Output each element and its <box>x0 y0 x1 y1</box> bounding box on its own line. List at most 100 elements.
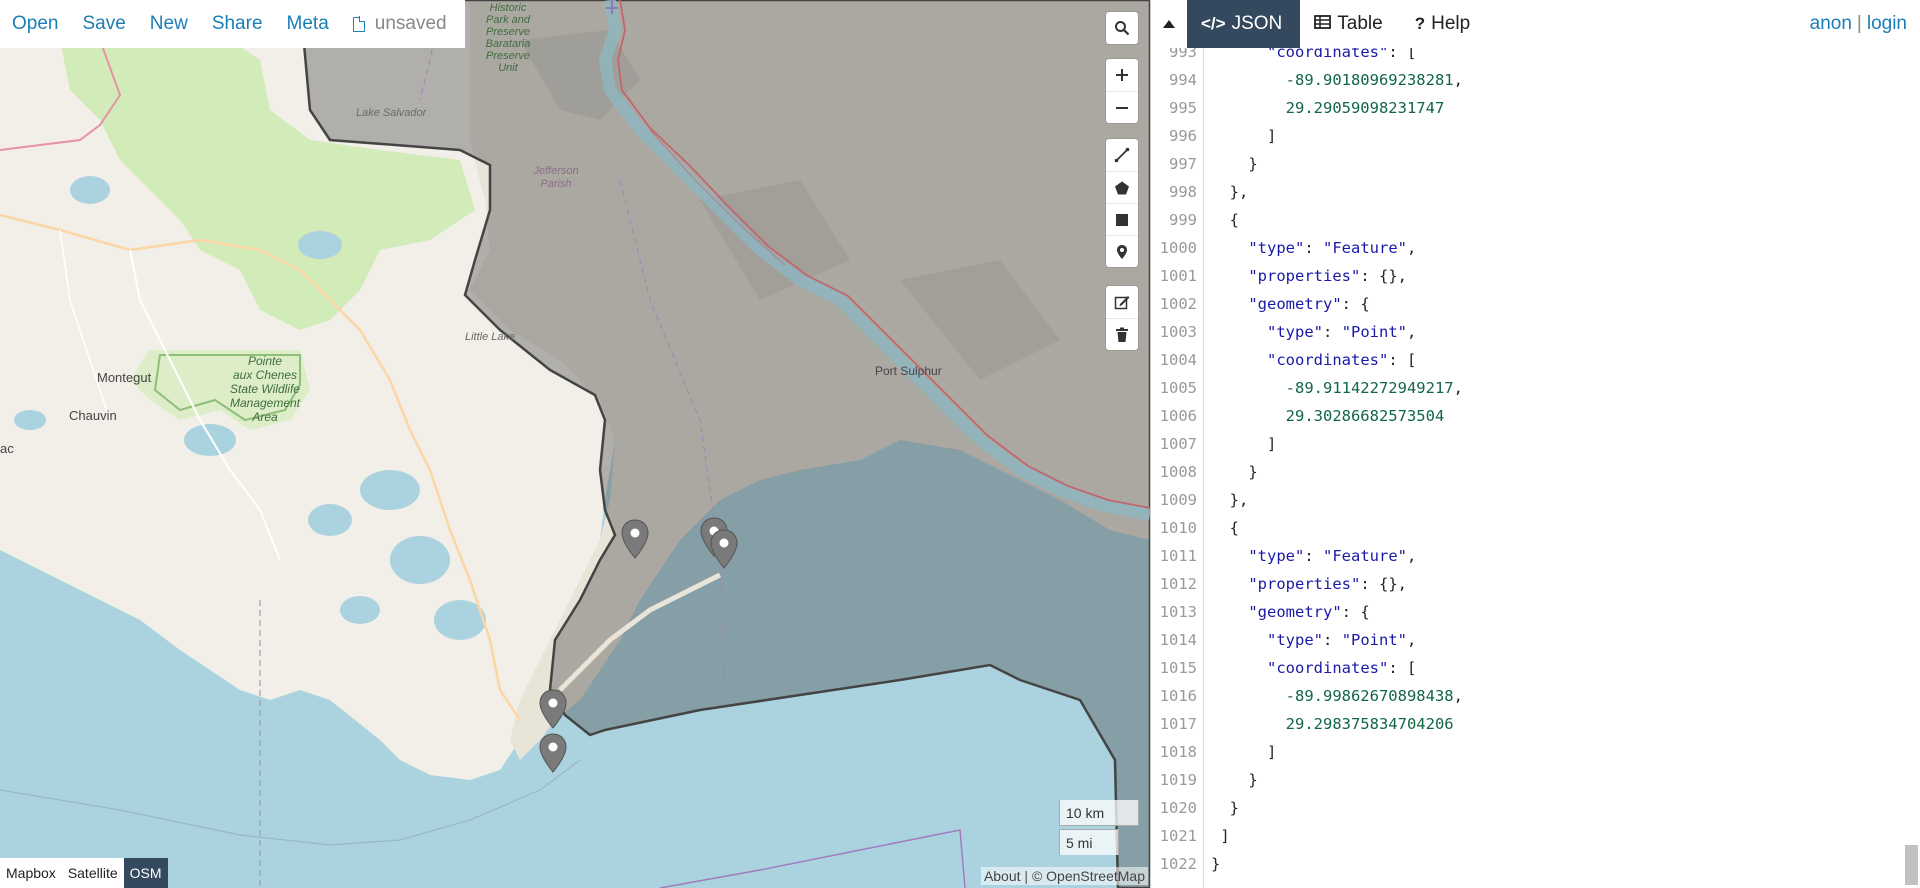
tab-json[interactable]: </> JSON <box>1187 0 1301 48</box>
auth-separator: | <box>1856 13 1862 34</box>
anon-link[interactable]: anon <box>1810 13 1852 35</box>
draw-rectangle-button[interactable] <box>1106 203 1138 235</box>
code-line[interactable]: 1021 ] <box>1151 822 1891 850</box>
code-line[interactable]: 1016 -89.99862670898438, <box>1151 682 1891 710</box>
draw-line-icon <box>1114 147 1130 163</box>
edit-button[interactable] <box>1106 286 1138 318</box>
code-line[interactable]: 1006 29.30286682573504 <box>1151 402 1891 430</box>
search-control <box>1106 12 1138 44</box>
code-line[interactable]: 1008 } <box>1151 458 1891 486</box>
line-number: 1020 <box>1159 799 1197 817</box>
layer-osm-button[interactable]: OSM <box>123 858 168 888</box>
draw-polygon-icon <box>1115 181 1129 194</box>
line-number: 1017 <box>1159 715 1197 733</box>
line-number: 1003 <box>1159 323 1197 341</box>
code-line[interactable]: 1009 }, <box>1151 486 1891 514</box>
scrollbar-thumb[interactable] <box>1905 845 1918 885</box>
line-number: 1019 <box>1159 771 1197 789</box>
code-line[interactable]: 997 } <box>1151 150 1891 178</box>
map-marker[interactable] <box>538 688 568 734</box>
code-line[interactable]: 1019 } <box>1151 766 1891 794</box>
line-number: 998 <box>1169 183 1197 201</box>
scale-imperial: 5 mi <box>1059 829 1119 855</box>
code-line[interactable]: 1000 "type": "Feature", <box>1151 234 1891 262</box>
delete-button[interactable] <box>1106 318 1138 350</box>
login-link[interactable]: login <box>1867 13 1907 35</box>
code-line[interactable]: 1015 "coordinates": [ <box>1151 654 1891 682</box>
code-line[interactable]: 1003 "type": "Point", <box>1151 318 1891 346</box>
line-number: 1011 <box>1159 547 1197 565</box>
code-line[interactable]: 1005 -89.91142272949217, <box>1151 374 1891 402</box>
code-line[interactable]: 1001 "properties": {}, <box>1151 262 1891 290</box>
code-line[interactable]: 1014 "type": "Point", <box>1151 626 1891 654</box>
code-line[interactable]: 996 ] <box>1151 122 1891 150</box>
map-canvas[interactable]: Historic Park and Preserve Barataria Preserv… <box>0 0 1150 888</box>
layer-mapbox-button[interactable]: Mapbox <box>0 858 62 888</box>
code-line[interactable]: 999 { <box>1151 206 1891 234</box>
code-text: 29.30286682573504 <box>1285 407 1445 425</box>
tab-help[interactable]: ? Help <box>1401 0 1488 48</box>
open-button[interactable]: Open <box>12 13 58 35</box>
table-icon <box>1314 14 1332 34</box>
code-line[interactable]: 1012 "properties": {}, <box>1151 570 1891 598</box>
draw-polygon-button[interactable] <box>1106 171 1138 203</box>
layer-satellite-button[interactable]: Satellite <box>61 858 124 888</box>
code-text: "properties": {}, <box>1248 575 1407 593</box>
scale-metric: 10 km <box>1059 800 1139 826</box>
code-line[interactable]: 1011 "type": "Feature", <box>1151 542 1891 570</box>
code-line[interactable]: 1020 } <box>1151 794 1891 822</box>
map-label-montegut: Montegut <box>97 370 152 385</box>
line-number: 1013 <box>1159 603 1197 621</box>
map-marker[interactable] <box>620 518 650 564</box>
delete-icon <box>1116 327 1128 342</box>
code-line[interactable]: 993 "coordinates": [ <box>1151 48 1891 66</box>
save-button[interactable]: Save <box>82 13 125 35</box>
code-line[interactable]: 1022} <box>1151 850 1891 878</box>
code-line[interactable]: 994 -89.90180969238281, <box>1151 66 1891 94</box>
line-number: 999 <box>1169 211 1197 229</box>
map-label-little-lake: Little Lake <box>465 331 516 343</box>
meta-button[interactable]: Meta <box>287 13 329 35</box>
line-number: 997 <box>1169 155 1197 173</box>
line-number: 1001 <box>1159 267 1197 285</box>
code-line[interactable]: 1013 "geometry": { <box>1151 598 1891 626</box>
zoom-out-button[interactable] <box>1106 91 1138 123</box>
code-line[interactable]: 1017 29.298375834704206 <box>1151 710 1891 738</box>
code-line[interactable]: 1007 ] <box>1151 430 1891 458</box>
new-button[interactable]: New <box>150 13 188 35</box>
code-line[interactable]: 1002 "geometry": { <box>1151 290 1891 318</box>
edit-toolbar <box>1106 286 1138 350</box>
zoom-control <box>1106 59 1138 123</box>
code-text: ] <box>1211 743 1277 761</box>
draw-marker-button[interactable] <box>1106 235 1138 267</box>
code-line[interactable]: 995 29.29059098231747 <box>1151 94 1891 122</box>
osm-link[interactable]: © OpenStreetMap <box>1032 868 1145 884</box>
json-editor[interactable]: 993 "coordinates": [994 -89.901809692382… <box>1151 48 1920 888</box>
line-number: 1016 <box>1159 687 1197 705</box>
side-pane: </> JSON Table ? Help anon | login 993 "… <box>1150 0 1920 888</box>
code-text: "geometry": { <box>1248 295 1370 313</box>
pane-header: </> JSON Table ? Help anon | login <box>1151 0 1920 48</box>
draw-line-button[interactable] <box>1106 139 1138 171</box>
share-button[interactable]: Share <box>212 13 263 35</box>
map-label-historic-park: Historic Park and Preserve Barataria Preserv… <box>485 2 531 74</box>
line-number: 996 <box>1169 127 1197 145</box>
collapse-pane-button[interactable] <box>1151 0 1187 48</box>
file-icon <box>352 16 366 32</box>
code-line[interactable]: 1018 ] <box>1151 738 1891 766</box>
code-line[interactable]: 1010 { <box>1151 514 1891 542</box>
code-text: "type": "Feature", <box>1248 239 1417 257</box>
search-button[interactable] <box>1106 12 1138 44</box>
map-marker[interactable] <box>709 528 739 574</box>
line-number: 1010 <box>1159 519 1197 537</box>
code-text: } <box>1211 463 1258 481</box>
code-line[interactable]: 1004 "coordinates": [ <box>1151 346 1891 374</box>
code-line[interactable]: 998 }, <box>1151 178 1891 206</box>
about-link[interactable]: About <box>984 868 1021 884</box>
line-number: 1000 <box>1159 239 1197 257</box>
basemap <box>0 0 1150 888</box>
zoom-in-button[interactable] <box>1106 59 1138 91</box>
map-marker[interactable] <box>538 732 568 778</box>
editor-scrollbar[interactable] <box>1903 48 1920 888</box>
tab-table[interactable]: Table <box>1300 0 1400 48</box>
